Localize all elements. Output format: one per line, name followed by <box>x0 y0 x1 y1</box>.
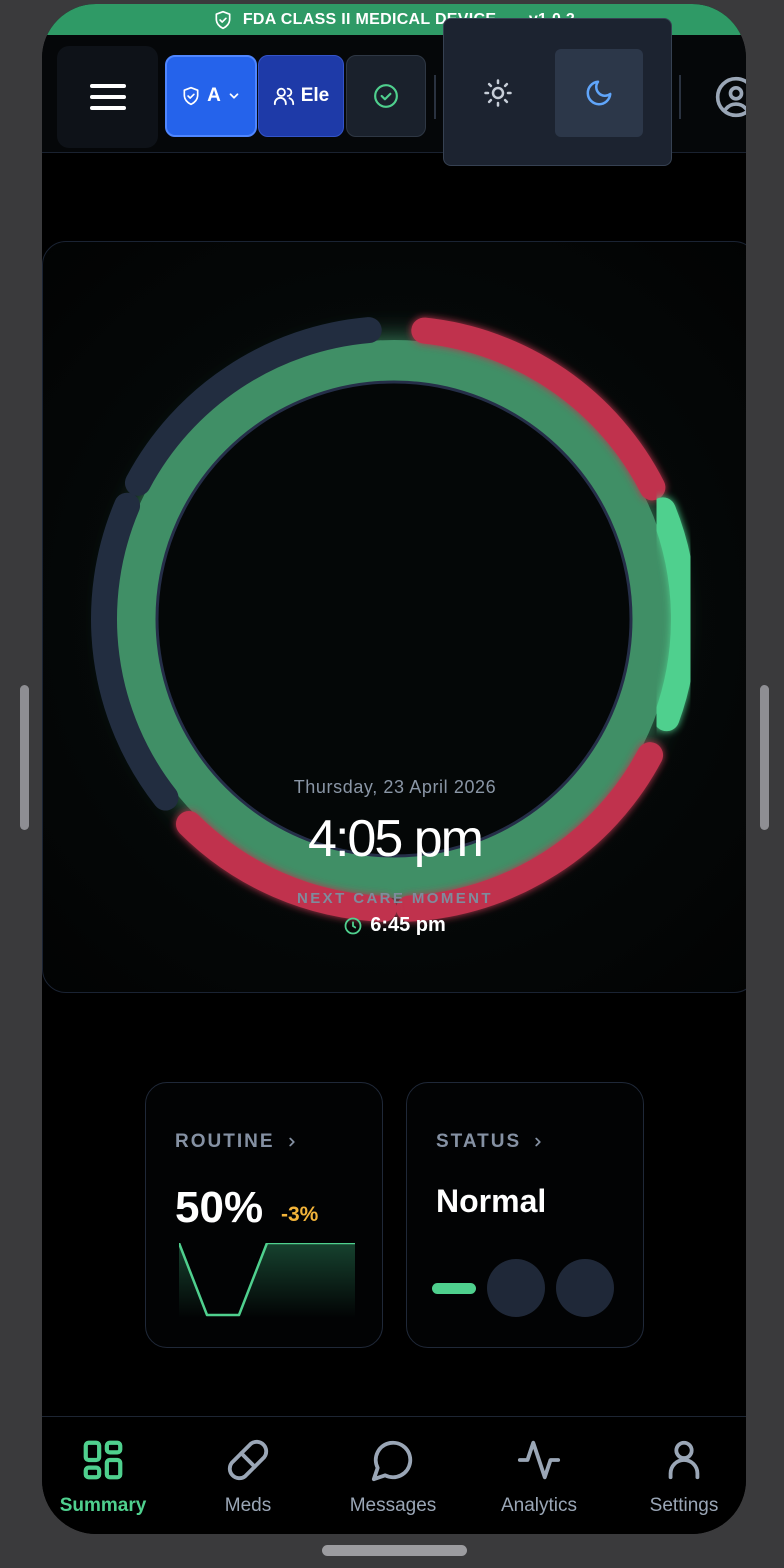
divider <box>679 75 681 119</box>
check-circle-icon <box>374 84 398 108</box>
status-title: STATUS <box>436 1131 522 1152</box>
home-indicator[interactable] <box>322 1545 467 1556</box>
nav-label: Messages <box>349 1495 437 1516</box>
shield-check-icon <box>215 10 231 29</box>
next-care-label: NEXT CARE MOMENT <box>297 890 493 907</box>
user-circle-icon <box>715 76 746 118</box>
routine-sparkline <box>179 1243 355 1318</box>
nav-analytics[interactable]: Analytics <box>474 1437 604 1527</box>
status-card[interactable]: STATUS Normal <box>406 1082 644 1348</box>
user-switch-button[interactable]: Ele <box>258 55 344 137</box>
chat-bubble-icon <box>371 1440 413 1482</box>
nav-messages[interactable]: Messages <box>328 1437 458 1527</box>
current-date: Thursday, 23 April 2026 <box>293 777 497 797</box>
nav-summary[interactable]: Summary <box>42 1437 168 1527</box>
grid-icon <box>83 1440 123 1480</box>
nav-label: Settings <box>649 1495 719 1516</box>
status-title-row: STATUS <box>436 1131 545 1153</box>
nav-label: Analytics <box>500 1495 578 1516</box>
hamburger-icon <box>89 84 126 110</box>
chevron-down-icon <box>229 93 239 99</box>
sun-icon <box>484 79 512 107</box>
routine-card[interactable]: ROUTINE 50% -3% <box>145 1082 383 1348</box>
phone-screen: FDA CLASS II MEDICAL DEVICE • v1.0.2 A E… <box>42 4 746 1534</box>
pulse-icon <box>517 1440 561 1480</box>
routine-delta: -3% <box>281 1203 319 1226</box>
next-care-time: 6:45 pm <box>370 914 446 936</box>
routine-percent: 50% <box>175 1183 264 1232</box>
care-dial-card: Thursday, 23 April 2026 4:05 pm NEXT CAR… <box>42 241 746 993</box>
shield-check-icon <box>183 86 199 106</box>
access-level-button[interactable]: A <box>165 55 257 137</box>
profile-button[interactable] <box>714 75 746 119</box>
status-value: Normal <box>436 1183 547 1219</box>
next-care-time-row[interactable]: 6:45 pm <box>193 914 597 937</box>
nav-label: Meds <box>224 1495 272 1516</box>
theme-dark-option[interactable] <box>555 49 643 137</box>
bottom-navigation: Summary Meds Messages Analytics Settings <box>42 1416 746 1534</box>
nav-settings[interactable]: Settings <box>619 1437 746 1527</box>
nav-label: Summary <box>59 1495 147 1516</box>
users-icon <box>273 87 294 106</box>
status-indicator-dot <box>487 1259 545 1317</box>
routine-title: ROUTINE <box>175 1131 275 1152</box>
pill-icon <box>227 1439 269 1481</box>
chevron-right-icon <box>535 1137 541 1147</box>
status-indicator-dot <box>556 1259 614 1317</box>
chevron-right-icon <box>288 1137 295 1147</box>
current-time: 4:05 pm <box>308 810 484 868</box>
care-dial <box>91 317 697 922</box>
check-status-button[interactable] <box>346 55 426 137</box>
user-switch-label: Ele <box>300 85 330 106</box>
moon-icon <box>586 80 612 106</box>
clock-icon <box>344 917 362 934</box>
side-button-right <box>760 685 769 830</box>
status-indicator-active <box>432 1283 476 1294</box>
theme-selector <box>443 18 672 166</box>
user-icon <box>668 1440 700 1480</box>
side-button-left <box>20 685 29 830</box>
theme-light-option[interactable] <box>454 49 542 137</box>
divider <box>434 75 436 119</box>
nav-meds[interactable]: Meds <box>183 1437 313 1527</box>
sparkline-area <box>179 1243 355 1318</box>
routine-title-row: ROUTINE <box>175 1131 299 1153</box>
menu-button[interactable] <box>57 46 158 148</box>
access-level-label: A <box>207 85 221 106</box>
